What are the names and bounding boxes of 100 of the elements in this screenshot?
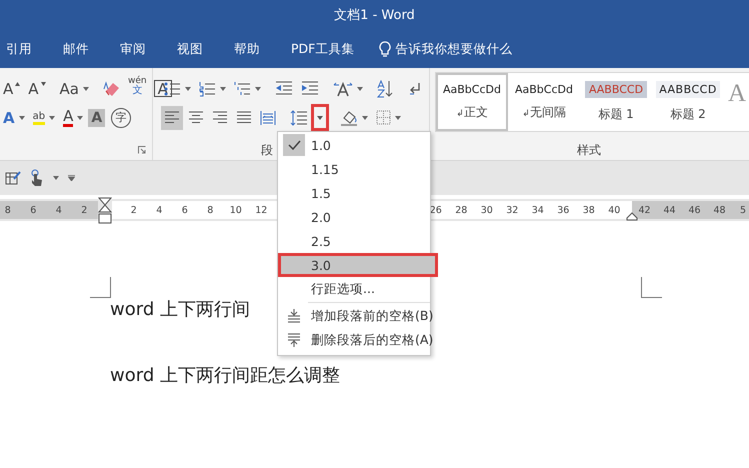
tell-me-text: 告诉我你想要做什么 bbox=[395, 40, 512, 58]
window-title: 文档1 - Word bbox=[334, 7, 415, 24]
table-edit-icon[interactable] bbox=[5, 170, 21, 186]
menu-item[interactable]: 删除段落后的空格(A) bbox=[278, 328, 430, 352]
style-item[interactable]: AaBbCcDd ↲正文 bbox=[436, 73, 508, 131]
ribbon-tab[interactable]: 引用 bbox=[0, 40, 42, 58]
ribbon-tab[interactable]: 视图 bbox=[167, 40, 213, 58]
caret-icon bbox=[395, 116, 401, 120]
checkmark-icon bbox=[283, 134, 305, 156]
caret-icon bbox=[255, 86, 261, 90]
caret-icon bbox=[357, 86, 363, 90]
grow-font-button[interactable]: A bbox=[0, 76, 24, 100]
ruler-number: 6 bbox=[29, 204, 38, 216]
ribbon-tab[interactable]: 邮件 bbox=[53, 40, 99, 58]
ribbon-tab[interactable]: 帮助 bbox=[224, 40, 270, 58]
ruler-number: 42 bbox=[637, 204, 652, 216]
menu-item[interactable]: 1.15 bbox=[278, 157, 430, 181]
ruler-number: 46 bbox=[687, 204, 702, 216]
tell-me-button[interactable]: 告诉我你想要做什么 bbox=[375, 40, 516, 58]
customize-toolbar-icon[interactable] bbox=[68, 175, 75, 181]
ruler-number: 48 bbox=[712, 204, 727, 216]
indent-marker-icon[interactable] bbox=[98, 197, 112, 225]
text-effect-button[interactable]: A bbox=[0, 106, 28, 130]
up-caret-icon bbox=[15, 82, 20, 86]
ruler-number: 8 bbox=[4, 204, 12, 216]
increase-indent-icon bbox=[301, 81, 319, 96]
indent-marker-icon[interactable] bbox=[626, 212, 638, 221]
document-text: word 上下两行间 bbox=[110, 298, 250, 321]
ruler-number: 2 bbox=[130, 204, 138, 216]
enclose-character-button[interactable]: 字 bbox=[111, 108, 132, 128]
ruler-number: 40 bbox=[607, 204, 622, 216]
ruler-number: 2 bbox=[80, 204, 88, 216]
ribbon-tab[interactable]: PDF工具集 bbox=[281, 40, 364, 58]
style-item[interactable]: AABBCCD 标题 1 bbox=[580, 73, 652, 131]
style-item[interactable]: AaBbCcDd ↲无间隔 bbox=[508, 73, 580, 131]
align-left-button[interactable] bbox=[161, 106, 183, 130]
menu-item[interactable]: 3.0 bbox=[278, 253, 438, 277]
caret-icon bbox=[317, 116, 323, 120]
phonetic-guide-button[interactable]: wén 文 bbox=[126, 76, 149, 100]
caret-icon bbox=[362, 116, 368, 120]
sort-icon bbox=[377, 80, 393, 98]
down-caret-icon bbox=[40, 82, 46, 86]
space-after-icon bbox=[287, 333, 301, 347]
lightbulb-icon bbox=[379, 40, 392, 58]
align-lines-icon bbox=[236, 110, 252, 124]
align-lines-icon bbox=[188, 110, 204, 124]
group-label: 样式 bbox=[577, 142, 601, 158]
space-before-icon bbox=[287, 309, 301, 323]
change-case-button[interactable]: Aa bbox=[56, 76, 92, 100]
ruler-number: 38 bbox=[582, 204, 596, 216]
document-text: word 上下两行间距怎么调整 bbox=[110, 364, 340, 387]
ruler-number: 36 bbox=[556, 204, 570, 216]
paint-bucket-icon bbox=[340, 110, 358, 126]
menu-item[interactable]: 增加段落前的空格(B) bbox=[278, 304, 430, 328]
caret-icon bbox=[82, 86, 89, 90]
ribbon-tab[interactable]: 审阅 bbox=[110, 40, 156, 58]
letter-arrows-icon bbox=[333, 80, 353, 96]
caret-icon bbox=[77, 116, 84, 120]
ruler-number: 4 bbox=[155, 204, 164, 216]
menu-item[interactable]: 2.5 bbox=[278, 229, 430, 253]
ruler-number: 12 bbox=[254, 204, 268, 216]
page-corner-mark bbox=[90, 277, 111, 298]
ruler-number: 4 bbox=[54, 204, 63, 216]
align-lines-icon bbox=[212, 110, 228, 124]
line-spacing-icon bbox=[290, 110, 308, 126]
caret-icon bbox=[18, 116, 25, 120]
multilevel-list-icon bbox=[234, 80, 251, 96]
caret-icon bbox=[185, 86, 191, 90]
menu-item[interactable]: 1.5 bbox=[278, 181, 430, 205]
ruler-number: 44 bbox=[662, 204, 677, 216]
ruler-number: 5 bbox=[739, 204, 746, 216]
align-lines-icon bbox=[260, 110, 276, 124]
ruler-number: 8 bbox=[206, 204, 214, 216]
font-color-button[interactable]: A bbox=[60, 106, 86, 130]
decrease-indent-icon bbox=[275, 81, 293, 96]
ruler-number: 30 bbox=[480, 204, 494, 216]
caret-icon bbox=[49, 116, 56, 120]
ruler-number: 34 bbox=[530, 204, 545, 216]
menu-item[interactable]: 2.0 bbox=[278, 205, 430, 229]
menu-item[interactable]: 行距选项... bbox=[278, 277, 430, 301]
borders-icon bbox=[376, 110, 391, 125]
caret-icon[interactable] bbox=[53, 176, 59, 180]
numbered-list-icon bbox=[199, 80, 216, 96]
shrink-font-button[interactable]: A bbox=[25, 76, 49, 100]
ruler-number: 32 bbox=[505, 204, 520, 216]
ruler-number: 26 bbox=[428, 204, 443, 216]
caret-icon bbox=[220, 86, 226, 90]
eraser-icon bbox=[102, 80, 121, 96]
ruler-number: 28 bbox=[454, 204, 468, 216]
group-label: 段 bbox=[261, 142, 273, 158]
touch-hand-icon[interactable] bbox=[30, 169, 44, 187]
dialog-launcher-icon[interactable] bbox=[138, 146, 146, 154]
character-shading-button[interactable]: A bbox=[88, 108, 106, 126]
ruler-number: 6 bbox=[180, 204, 189, 216]
highlight-button[interactable]: ab bbox=[30, 106, 58, 130]
ruler-number: 10 bbox=[228, 204, 243, 216]
page-corner-mark bbox=[641, 277, 662, 298]
menu-item[interactable]: 1.0 bbox=[278, 133, 430, 157]
line-spacing-dropdown[interactable] bbox=[311, 104, 329, 131]
style-item[interactable]: AABBCCD 标题 2 bbox=[652, 73, 724, 131]
